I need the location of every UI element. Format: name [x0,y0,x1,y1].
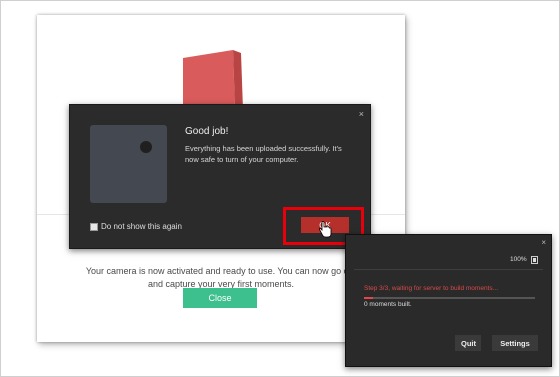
battery-icon [531,256,538,264]
do-not-show-again-label: Do not show this again [101,222,182,231]
progress-bar-fill [364,297,373,299]
divider [354,269,543,270]
do-not-show-again-checkbox[interactable] [90,222,98,231]
dialog-message: Everything has been uploaded successfull… [185,144,342,164]
camera-thumbnail [90,125,167,203]
camera-lens-icon [140,141,152,153]
close-icon[interactable]: × [359,109,364,119]
upload-status-panel: × 100% Step 3/3, waiting for server to b… [345,234,552,367]
upload-status-text: Step 3/3, waiting for server to build mo… [364,285,499,292]
close-button[interactable]: Close [183,288,257,308]
moments-count: 0 moments built. [364,301,412,308]
do-not-show-again-option[interactable]: Do not show this again [90,222,182,231]
close-icon[interactable]: × [541,238,546,247]
battery-level: 100% [510,256,527,263]
quit-button[interactable]: Quit [455,335,481,351]
progress-bar [364,297,535,299]
dialog-title: Good job! [185,126,229,137]
upload-complete-dialog: × Good job! Everything has been uploaded… [69,104,371,249]
device-illustration-icon [183,50,243,110]
settings-button[interactable]: Settings [492,335,538,351]
cursor-hand-icon [318,221,332,238]
